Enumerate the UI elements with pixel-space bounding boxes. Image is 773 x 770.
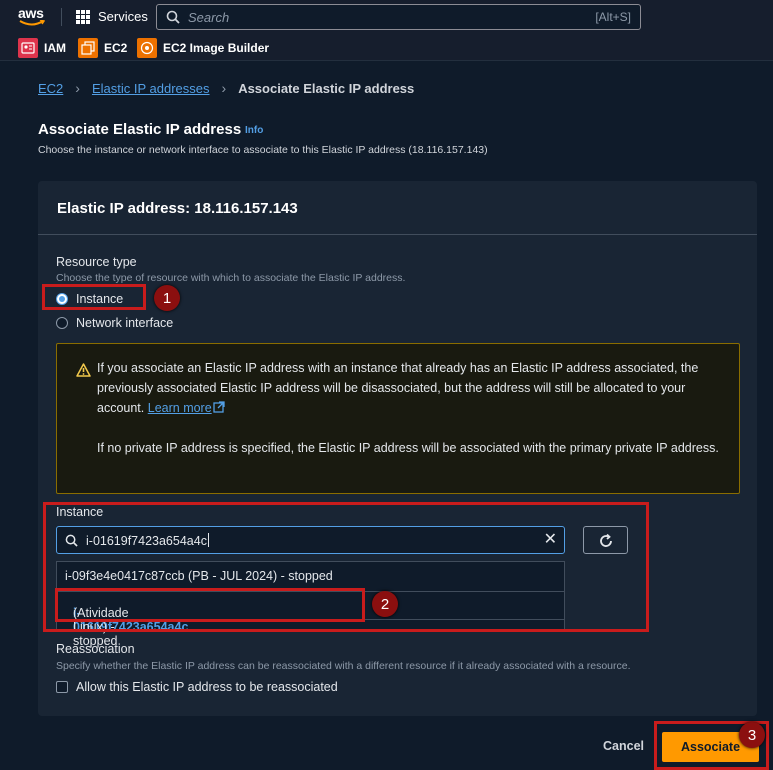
aws-logo-text: aws <box>18 5 44 21</box>
search-icon <box>166 10 180 24</box>
iam-icon <box>18 38 38 58</box>
radio-instance-label: Instance <box>76 292 124 306</box>
warning-alert: If you associate an Elastic IP address w… <box>56 343 740 494</box>
clear-icon[interactable]: ✕ <box>544 532 557 548</box>
reassociation-checkbox-row[interactable]: Allow this Elastic IP address to be reas… <box>56 680 338 694</box>
refresh-button[interactable] <box>583 526 628 554</box>
favorite-image-builder-label: EC2 Image Builder <box>163 41 270 55</box>
top-navigation: aws Services Search [Alt+S] <box>0 0 773 34</box>
nav-divider <box>61 8 62 26</box>
services-label: Services <box>98 9 148 24</box>
services-menu-button[interactable]: Services <box>76 9 148 24</box>
favorite-ec2-image-builder[interactable]: EC2 Image Builder <box>137 38 269 58</box>
annotation-marker-3: 3 <box>739 722 765 748</box>
ec2-icon <box>78 38 98 58</box>
radio-network-interface[interactable]: Network interface <box>56 316 173 330</box>
global-search-input[interactable]: Search [Alt+S] <box>156 4 641 30</box>
radio-network-interface-label: Network interface <box>76 316 174 330</box>
learn-more-label: Learn more <box>147 401 212 415</box>
radio-button-selected[interactable] <box>56 293 68 305</box>
instance-option-highlighted[interactable]: i-01619f7423a654a4c (Atividade Linux) - … <box>57 591 564 648</box>
resource-type-label: Resource type <box>56 255 137 269</box>
reassociation-description: Specify whether the Elastic IP address c… <box>56 660 631 672</box>
radio-button[interactable] <box>56 317 68 329</box>
resource-type-description: Choose the type of resource with which t… <box>56 272 406 284</box>
chevron-right-icon: › <box>75 80 80 96</box>
favorite-ec2-label: EC2 <box>104 41 128 55</box>
reassociation-label: Reassociation <box>56 642 135 656</box>
panel-title: Elastic IP address: 18.116.157.143 <box>57 200 298 217</box>
info-link[interactable]: Info <box>245 125 263 136</box>
search-shortcut: [Alt+S] <box>595 10 631 24</box>
favorites-bar: IAM EC2 EC2 Image Builder <box>0 34 773 61</box>
services-grid-icon <box>76 9 90 24</box>
annotation-marker-1: 1 <box>154 285 180 311</box>
instance-search-input[interactable]: i-01619f7423a654a4c ✕ <box>56 526 565 554</box>
image-builder-icon <box>137 38 157 58</box>
search-icon <box>65 534 78 547</box>
breadcrumb-elastic-ip-link[interactable]: Elastic IP addresses <box>92 81 210 96</box>
reassociation-checkbox[interactable] <box>56 681 68 693</box>
cancel-button[interactable]: Cancel <box>603 739 644 753</box>
warning-text-2: If no private IP address is specified, t… <box>97 441 719 455</box>
text-cursor <box>207 533 209 547</box>
refresh-icon <box>600 533 612 547</box>
search-placeholder: Search <box>188 10 230 25</box>
aws-smile-icon <box>19 20 45 26</box>
breadcrumb: EC2 › Elastic IP addresses › Associate E… <box>38 80 414 96</box>
instance-label: Instance <box>56 505 104 519</box>
panel-header: Elastic IP address: 18.116.157.143 <box>38 181 757 235</box>
chevron-right-icon: › <box>221 80 227 96</box>
favorite-iam[interactable]: IAM <box>18 38 66 58</box>
warning-text: If you associate an Elastic IP address w… <box>97 358 722 458</box>
reassociation-checkbox-label: Allow this Elastic IP address to be reas… <box>76 680 338 694</box>
favorite-iam-label: IAM <box>44 41 66 55</box>
radio-instance[interactable]: Instance <box>56 292 123 306</box>
page-title: Associate Elastic IP address <box>38 121 242 138</box>
instance-option[interactable]: i-09f3e4e0417c87ccb (PB - JUL 2024) - st… <box>57 562 564 591</box>
page-description: Choose the instance or network interface… <box>38 144 488 156</box>
instance-dropdown-list: i-09f3e4e0417c87ccb (PB - JUL 2024) - st… <box>56 561 565 648</box>
breadcrumb-ec2-link[interactable]: EC2 <box>38 81 63 96</box>
instance-search-value: i-01619f7423a654a4c <box>86 534 207 548</box>
favorite-ec2[interactable]: EC2 <box>78 38 127 58</box>
annotation-marker-2: 2 <box>372 591 398 617</box>
learn-more-link[interactable]: Learn more <box>148 401 225 415</box>
warning-icon <box>76 363 91 377</box>
breadcrumb-current: Associate Elastic IP address <box>238 80 415 96</box>
instance-option-text: i-09f3e4e0417c87ccb (PB - JUL 2024) - st… <box>65 569 333 583</box>
external-link-icon <box>213 401 225 413</box>
aws-logo[interactable]: aws <box>16 5 50 29</box>
